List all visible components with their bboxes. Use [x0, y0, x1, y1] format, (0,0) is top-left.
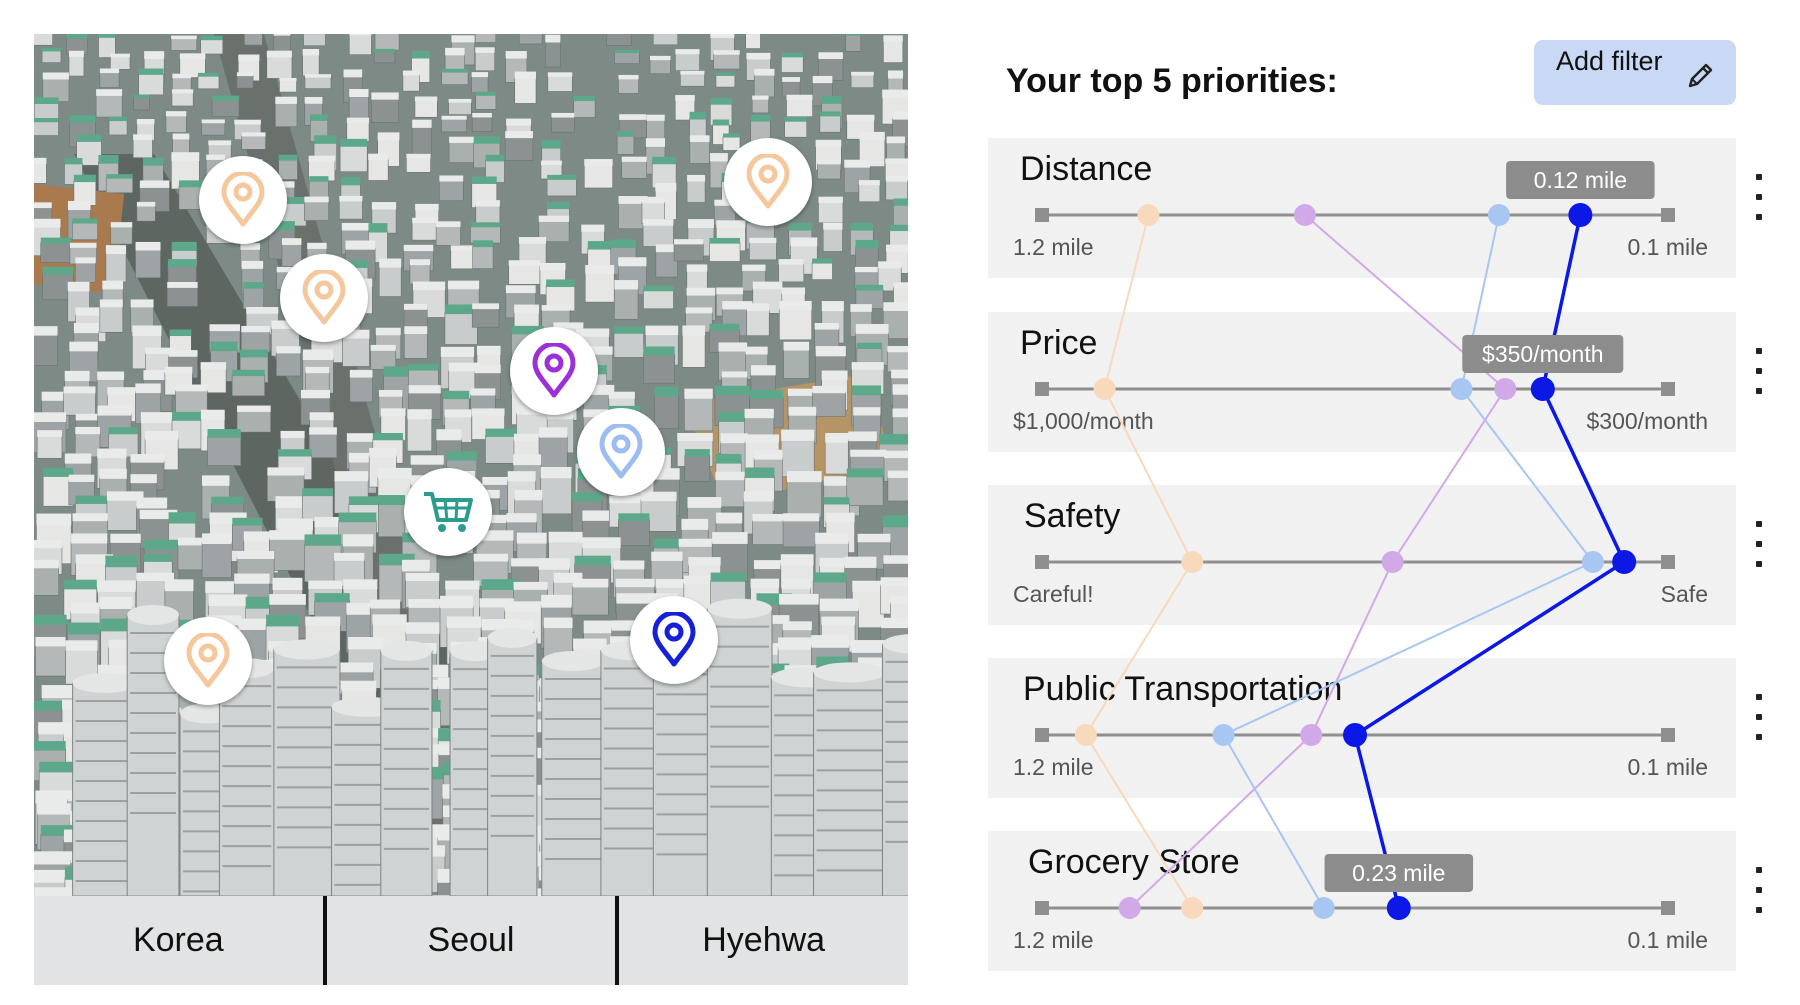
axis-max-label: 0.1 mile — [1627, 234, 1708, 260]
priority-card-grocery-store[interactable]: Grocery Store 1.2 mile 0.1 mile — [988, 831, 1736, 971]
breadcrumb-city[interactable]: Seoul — [327, 896, 616, 985]
priority-title: Safety — [1024, 497, 1121, 535]
axis-min-handle[interactable] — [1035, 901, 1049, 915]
axis-min-label: 1.2 mile — [1013, 927, 1094, 953]
add-filter-button[interactable]: Add filter — [1534, 40, 1736, 105]
map-pin-icon — [302, 270, 346, 325]
axis-min-label: 1.2 mile — [1013, 754, 1094, 780]
series-point-2-price[interactable] — [1450, 378, 1473, 400]
series-point-1-distance[interactable] — [1293, 204, 1316, 226]
map-pin-icon — [186, 633, 230, 688]
axis-max-handle[interactable] — [1661, 901, 1675, 915]
series-point-3-distance[interactable] — [1568, 203, 1593, 227]
more-vertical-icon[interactable] — [1752, 521, 1766, 571]
breadcrumb: Korea Seoul Hyehwa — [34, 896, 908, 985]
axis-max-label: 0.1 mile — [1627, 754, 1708, 780]
axis-min-label: 1.2 mile — [1013, 234, 1094, 260]
listing-marker[interactable] — [199, 156, 287, 244]
series-point-3-safety[interactable] — [1612, 550, 1637, 574]
series-point-2-public-transportation[interactable] — [1212, 724, 1235, 746]
axis-max-label: $300/month — [1586, 408, 1708, 434]
priority-title: Distance — [1020, 150, 1153, 188]
axis-max-label: Safe — [1660, 581, 1708, 607]
more-vertical-icon[interactable] — [1752, 174, 1766, 224]
map-pin-icon — [532, 343, 576, 398]
axis-min-handle[interactable] — [1035, 555, 1049, 569]
axis-max-handle[interactable] — [1661, 208, 1675, 222]
series-point-0-distance[interactable] — [1137, 204, 1160, 226]
series-point-2-distance[interactable] — [1487, 204, 1510, 226]
axis-max-handle[interactable] — [1661, 555, 1675, 569]
axis-min-handle[interactable] — [1035, 728, 1049, 742]
map-pin-icon — [221, 172, 265, 227]
series-point-3-public-transportation[interactable] — [1343, 723, 1367, 747]
listing-marker[interactable] — [577, 408, 665, 496]
listing-marker[interactable] — [724, 138, 812, 226]
axis-min-handle[interactable] — [1035, 208, 1049, 222]
map-pin-icon — [652, 612, 696, 667]
axis-min-label: Careful! — [1013, 581, 1094, 607]
axis-max-label: 0.1 mile — [1627, 927, 1708, 953]
panel-title: Your top 5 priorities: — [1006, 62, 1338, 100]
listing-marker[interactable] — [280, 254, 368, 342]
series-point-0-safety[interactable] — [1181, 551, 1204, 573]
map-pin-icon — [599, 424, 643, 479]
series-point-0-price[interactable] — [1093, 378, 1116, 400]
series-point-1-public-transportation[interactable] — [1300, 724, 1323, 746]
series-point-3-grocery-store[interactable] — [1386, 896, 1411, 920]
more-vertical-icon[interactable] — [1752, 867, 1766, 917]
series-point-2-grocery-store[interactable] — [1312, 897, 1335, 919]
series-point-0-public-transportation[interactable] — [1074, 724, 1097, 746]
axis-max-handle[interactable] — [1661, 382, 1675, 396]
listing-marker[interactable] — [510, 327, 598, 415]
series-point-0-grocery-store[interactable] — [1181, 897, 1204, 919]
map-pin-icon — [746, 154, 790, 209]
app-root: Korea Seoul Hyehwa Your top 5 priorities… — [0, 0, 1800, 1005]
series-point-1-safety[interactable] — [1381, 551, 1404, 573]
series-point-1-grocery-store[interactable] — [1118, 897, 1141, 919]
listing-marker[interactable] — [164, 617, 252, 705]
priority-title: Price — [1020, 324, 1098, 362]
priority-title: Public Transportation — [1023, 670, 1343, 708]
series-point-1-price[interactable] — [1494, 378, 1517, 400]
listing-marker[interactable] — [630, 596, 718, 684]
breadcrumb-country[interactable]: Korea — [34, 896, 323, 985]
add-filter-label: Add filter — [1556, 46, 1663, 76]
series-point-3-price[interactable] — [1530, 377, 1555, 401]
axis-min-label: $1,000/month — [1013, 408, 1154, 434]
shopping-cart-icon — [424, 492, 473, 532]
priority-title: Grocery Store — [1028, 843, 1240, 881]
more-vertical-icon[interactable] — [1752, 348, 1766, 398]
breadcrumb-neighborhood[interactable]: Hyehwa — [619, 896, 908, 985]
grocery-store-marker[interactable] — [404, 468, 492, 556]
axis-max-handle[interactable] — [1661, 728, 1675, 742]
pencil-icon — [1688, 63, 1713, 88]
series-point-2-safety[interactable] — [1581, 551, 1604, 573]
priority-card-distance[interactable]: Distance 1.2 mile 0.1 mile — [988, 138, 1736, 278]
map-view[interactable]: Korea Seoul Hyehwa — [34, 34, 908, 985]
more-vertical-icon[interactable] — [1752, 694, 1766, 744]
axis-min-handle[interactable] — [1035, 382, 1049, 396]
